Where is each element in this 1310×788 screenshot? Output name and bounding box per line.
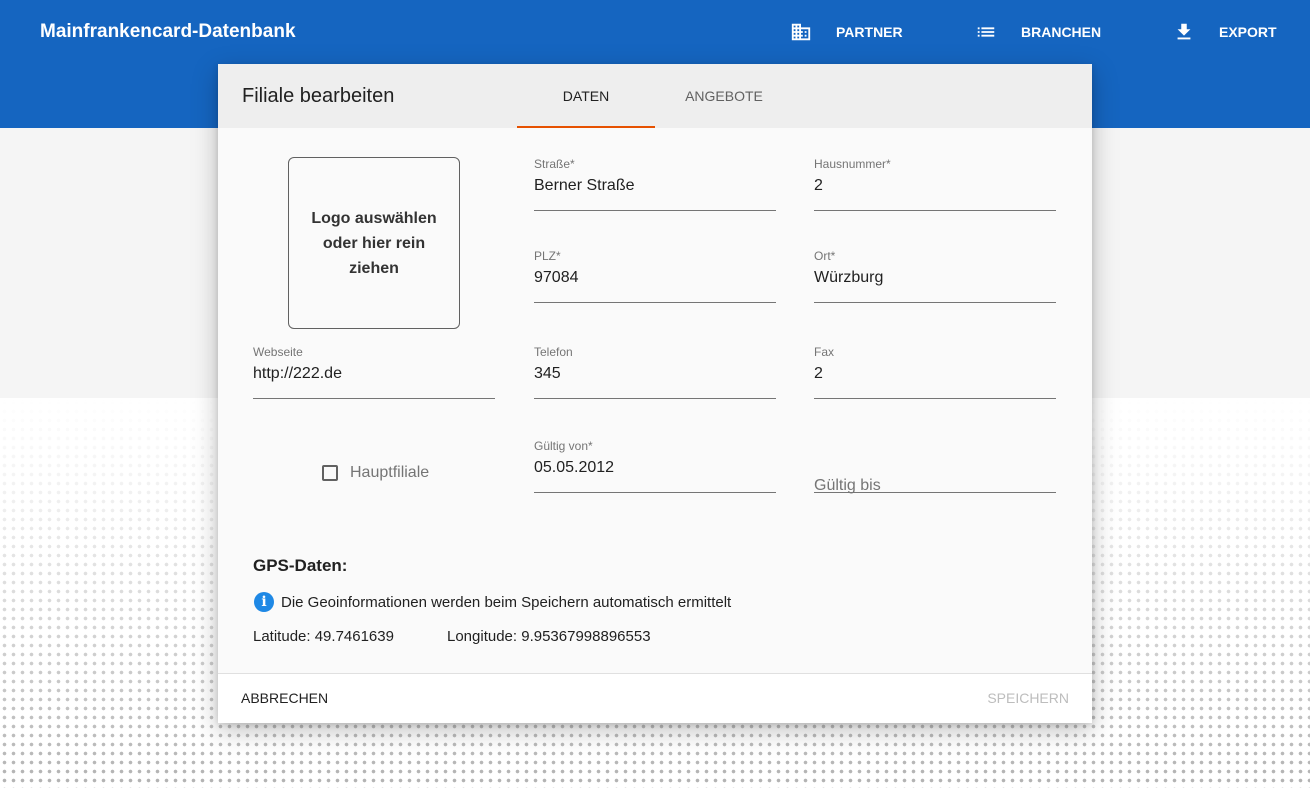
- gueltig-von-field[interactable]: Gültig von* 05.05.2012: [534, 438, 776, 493]
- ort-value: Würzburg: [814, 269, 884, 286]
- gps-info-text: Die Geoinformationen werden beim Speiche…: [281, 593, 732, 611]
- download-icon: [1173, 21, 1195, 43]
- app-title: Mainfrankencard-Datenbank: [40, 21, 296, 42]
- gps-info-row: i Die Geoinformationen werden beim Speic…: [254, 592, 731, 612]
- hauptfiliale-checkbox-row[interactable]: Hauptfiliale: [322, 464, 429, 482]
- ort-field[interactable]: Ort* Würzburg: [814, 248, 1056, 303]
- save-button[interactable]: SPEICHERN: [987, 690, 1069, 706]
- gueltig-bis-field[interactable]: Gültig bis: [814, 438, 1056, 494]
- building-icon: [790, 21, 812, 43]
- telefon-value: 345: [534, 365, 561, 382]
- nav-export-label: EXPORT: [1219, 24, 1277, 40]
- tab-daten[interactable]: DATEN: [517, 64, 655, 128]
- webseite-field[interactable]: Webseite http://222.de: [253, 344, 495, 399]
- hauptfiliale-checkbox[interactable]: [322, 465, 338, 481]
- nav-partner-button[interactable]: PARTNER: [790, 16, 903, 48]
- telefon-label: Telefon: [534, 345, 573, 359]
- fax-value: 2: [814, 365, 823, 382]
- hausnummer-label: Hausnummer*: [814, 157, 891, 171]
- hauptfiliale-label: Hauptfiliale: [350, 464, 430, 481]
- hausnummer-value: 2: [814, 177, 823, 194]
- list-icon: [975, 21, 997, 43]
- fax-label: Fax: [814, 345, 835, 359]
- webseite-value: http://222.de: [253, 365, 342, 382]
- nav-export-button[interactable]: EXPORT: [1173, 16, 1277, 48]
- strasse-label: Straße*: [534, 157, 575, 171]
- latitude-text: Latitude: 49.7461639: [253, 628, 394, 645]
- longitude-text: Longitude: 9.95367998896553: [447, 628, 651, 645]
- cancel-button[interactable]: ABBRECHEN: [241, 690, 328, 706]
- nav-branchen-button[interactable]: BRANCHEN: [975, 16, 1101, 48]
- dialog-header: Filiale bearbeiten DATEN ANGEBOTE: [218, 64, 1092, 128]
- nav-partner-label: PARTNER: [836, 24, 903, 40]
- dialog-footer: ABBRECHEN SPEICHERN: [218, 673, 1092, 723]
- logo-upload-dropzone[interactable]: Logo auswählen oder hier rein ziehen: [288, 157, 460, 329]
- tab-angebote[interactable]: ANGEBOTE: [655, 64, 793, 128]
- nav-branchen-label: BRANCHEN: [1021, 24, 1102, 40]
- edit-branch-dialog: Filiale bearbeiten DATEN ANGEBOTE Logo a…: [218, 64, 1092, 723]
- gueltig-von-value: 05.05.2012: [534, 459, 615, 476]
- plz-value: 97084: [534, 269, 579, 286]
- telefon-field[interactable]: Telefon 345: [534, 344, 776, 399]
- gueltig-bis-placeholder: Gültig bis: [814, 477, 881, 494]
- fax-field[interactable]: Fax 2: [814, 344, 1056, 399]
- info-icon: i: [254, 592, 274, 612]
- gps-title: GPS-Daten:: [253, 556, 348, 575]
- hausnummer-field[interactable]: Hausnummer* 2: [814, 156, 1056, 211]
- strasse-field[interactable]: Straße* Berner Straße: [534, 156, 776, 211]
- ort-label: Ort*: [814, 249, 836, 263]
- gueltig-von-label: Gültig von*: [534, 439, 593, 453]
- plz-label: PLZ*: [534, 249, 561, 263]
- dialog-title: Filiale bearbeiten: [242, 85, 395, 107]
- webseite-label: Webseite: [253, 345, 303, 359]
- plz-field[interactable]: PLZ* 97084: [534, 248, 776, 303]
- strasse-value: Berner Straße: [534, 177, 635, 194]
